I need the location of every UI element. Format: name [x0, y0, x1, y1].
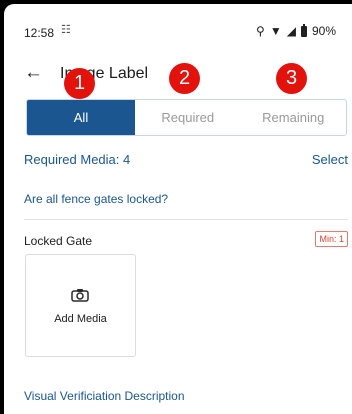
tab-remaining[interactable]: Remaining [241, 100, 347, 135]
sim-notification-icon: ☷ [61, 24, 71, 36]
filter-tabs: All Required Remaining [26, 99, 347, 136]
battery-percent: 90% [311, 24, 336, 38]
select-button[interactable]: Select [312, 152, 348, 167]
divider [24, 219, 348, 220]
status-time: 12:58 [24, 26, 55, 40]
question-text: Are all fence gates locked? [24, 192, 169, 206]
item-title: Locked Gate [24, 234, 93, 248]
tab-all[interactable]: All [27, 100, 135, 135]
annotation-badge-1: 1 [64, 68, 95, 99]
camera-icon [71, 289, 89, 302]
add-media-button[interactable]: Add Media [25, 254, 136, 357]
signal-icon: ◢ [286, 24, 296, 38]
battery-icon [300, 23, 307, 37]
annotation-badge-3: 3 [276, 63, 307, 94]
annotation-badge-2: 2 [169, 63, 200, 94]
status-bar: 12:58 ☷ ⚲ ▼ ◢ 90% [4, 4, 352, 56]
required-media-count: Required Media: 4 [24, 152, 131, 167]
status-indicators: ⚲ ▼ ◢ 90% [256, 23, 336, 38]
add-media-label: Add Media [54, 313, 107, 325]
wifi-icon: ▼ [269, 24, 282, 38]
location-icon: ⚲ [256, 24, 265, 38]
description-label: Visual Verificiation Description [24, 389, 185, 403]
arrow-left-icon[interactable]: ← [24, 63, 43, 83]
tab-required[interactable]: Required [135, 100, 241, 135]
required-media-row: Required Media: 4 Select [24, 150, 348, 170]
min-requirement-badge: Min: 1 [315, 231, 348, 247]
phone-screen: 12:58 ☷ ⚲ ▼ ◢ 90% ← Image Label 1 2 3 Al… [4, 4, 352, 414]
